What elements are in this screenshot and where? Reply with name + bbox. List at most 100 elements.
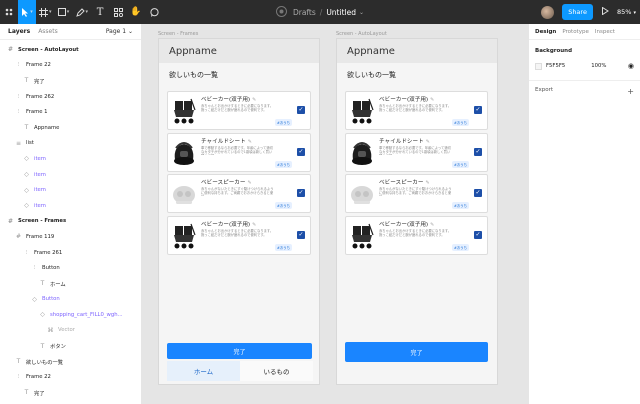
layer-row[interactable]: ⫶ Frame 22 (0, 369, 141, 385)
layer-row[interactable]: ⫶ Frame 22 (0, 58, 141, 74)
edit-icon[interactable]: ✎ (247, 180, 251, 186)
checkbox[interactable]: ✓ (474, 230, 482, 239)
chevron-down-icon[interactable]: ⌄ (359, 9, 364, 16)
item-tag[interactable]: #おうち (274, 243, 292, 251)
share-button[interactable]: Share (562, 4, 593, 20)
tab-home[interactable]: ホーム (167, 361, 240, 381)
comment-icon[interactable] (145, 0, 163, 24)
item-name-text: チャイルドシート (379, 138, 424, 145)
shape-tool-icon[interactable]: ▾ (55, 0, 73, 24)
frame-label[interactable]: Screen - Frames (158, 31, 198, 37)
list-item[interactable]: ベビーカー(双子用) ✎ 赤ちゃんとお出かけするときに必要になります。抱っこ紐だけだ… (167, 215, 311, 255)
edit-icon[interactable]: ✎ (430, 222, 434, 228)
tab-inspect[interactable]: Inspect (595, 29, 615, 35)
layer-row[interactable]: T Appname (0, 120, 141, 136)
frame-screen-autolayout[interactable]: Appname 欲しいもの一覧 ベビーカー(双子用) ✎ 赤ちゃんとお出かけするとき… (336, 38, 498, 385)
layer-row[interactable]: ◇ item (0, 151, 141, 167)
layer-label: Frame 261 (34, 249, 63, 256)
layer-row[interactable]: # Screen - Frames (0, 214, 141, 230)
layer-row[interactable]: T 完了 (0, 73, 141, 89)
layer-row[interactable]: ⫶ Button (0, 260, 141, 276)
item-tag[interactable]: #おうち (451, 119, 469, 126)
list-item[interactable]: ベビーカー(双子用) ✎ 赤ちゃんとお出かけするときに必要になります。抱っこ紐だけだ… (167, 91, 311, 130)
item-tag[interactable]: #おうち (274, 160, 292, 168)
frame-screen-frames[interactable]: Appname 欲しいもの一覧 ベビーカー(双子用) ✎ 赤ちゃんとお出かけするとき… (158, 38, 320, 385)
move-tool-icon[interactable]: ▾ (18, 0, 36, 24)
layer-row[interactable]: T ボタン (0, 338, 141, 354)
layer-row[interactable]: ⫶ Frame 262 (0, 89, 141, 105)
edit-icon[interactable]: ✎ (252, 222, 256, 228)
item-tag[interactable]: #おうち (451, 243, 469, 251)
done-button[interactable]: 完了 (345, 342, 488, 362)
list-item[interactable]: ベビースピーカー ✎ 赤ちゃんがないたときにすぐ駆けつけられるように便利な持ちます。… (167, 174, 311, 213)
layer-row[interactable]: ⫶ Frame 261 (0, 245, 141, 261)
edit-icon[interactable]: ✎ (248, 139, 252, 145)
app-bar: Appname (159, 39, 319, 63)
figma-menu-icon[interactable] (0, 0, 18, 24)
item-tag[interactable]: #おうち (451, 160, 469, 168)
frame-label[interactable]: Screen - AutoLayout (336, 31, 387, 37)
list-item[interactable]: ベビーカー(双子用) ✎ 赤ちゃんとお出かけするときに必要になります。抱っこ紐だけだ… (345, 215, 488, 255)
product-image (349, 221, 375, 251)
list-item[interactable]: ベビースピーカー ✎ 赤ちゃんがないたときにすぐ駆けつけられるように便利な持ちます。… (345, 174, 488, 213)
bg-opacity[interactable]: 100% (591, 63, 606, 69)
layer-row[interactable]: T ホーム (0, 276, 141, 292)
zoom-level[interactable]: 85% ▾ (617, 8, 636, 16)
list-item[interactable]: チャイルドシート ✎ 車で移動するならお必要です。年齢によって適切なカタチが分かれて… (167, 132, 311, 172)
layer-row[interactable]: T 欲しいもの一覧 (0, 354, 141, 370)
layer-row[interactable]: ⌘ Vector (0, 323, 141, 339)
bg-hex[interactable]: F5F5F5 (546, 63, 565, 69)
color-swatch[interactable] (535, 62, 542, 70)
tab-assets[interactable]: Assets (38, 28, 58, 35)
done-button[interactable]: 完了 (167, 343, 312, 359)
layer-row[interactable]: ◇ Button (0, 292, 141, 308)
tab-design[interactable]: Design (535, 29, 556, 35)
layer-label: 完了 (34, 390, 45, 397)
page-selector[interactable]: Page 1 ⌄ (106, 28, 133, 35)
item-description: 赤ちゃんとお出かけするときに必要になります。抱っこ紐だけだと腕が疲れるので便利で… (201, 228, 274, 237)
layer-row[interactable]: ◇ item (0, 167, 141, 183)
checkbox[interactable]: ✓ (297, 106, 305, 114)
tab-needed[interactable]: いるもの (240, 361, 313, 381)
checkbox[interactable]: ✓ (474, 106, 482, 114)
layer-row[interactable]: ◇ item (0, 198, 141, 214)
tab-layers[interactable]: Layers (8, 28, 30, 35)
checkbox[interactable]: ✓ (297, 189, 305, 197)
frame-tool-icon[interactable]: ▾ (36, 0, 55, 24)
pen-tool-icon[interactable]: ▾ (73, 0, 92, 24)
edit-icon[interactable]: ✎ (252, 97, 256, 103)
layer-row[interactable]: T 完了 (0, 385, 141, 401)
hand-tool-icon[interactable]: ✋ (127, 0, 145, 24)
edit-icon[interactable]: ✎ (430, 97, 434, 103)
avatar[interactable] (541, 5, 555, 19)
text-tool-icon[interactable]: T (91, 0, 109, 24)
layer-label: 完了 (34, 78, 45, 85)
add-export-icon[interactable]: + (627, 87, 634, 96)
list-item[interactable]: ベビーカー(双子用) ✎ 赤ちゃんとお出かけするときに必要になります。抱っこ紐だけだ… (345, 91, 488, 130)
list-item[interactable]: チャイルドシート ✎ 車で移動するならお必要です。年齢によって適切なカタチが分かれて… (345, 132, 488, 172)
file-title[interactable]: Untitled (326, 8, 356, 17)
item-tag[interactable]: #おうち (274, 202, 292, 209)
checkbox[interactable]: ✓ (474, 147, 482, 156)
eye-icon[interactable]: ◉ (628, 62, 634, 70)
layer-row[interactable]: ◇ item (0, 182, 141, 198)
resources-icon[interactable] (109, 0, 127, 24)
layer-row[interactable]: # Screen - AutoLayout (0, 42, 141, 58)
checkbox[interactable]: ✓ (297, 230, 305, 239)
tab-prototype[interactable]: Prototype (562, 29, 589, 35)
item-name-text: チャイルドシート (201, 138, 246, 145)
layer-row[interactable]: ◇ shopping_cart_FILL0_wgh... (0, 307, 141, 323)
play-icon[interactable] (601, 6, 609, 17)
layer-row[interactable]: ≡ list (0, 136, 141, 152)
breadcrumb-drafts[interactable]: Drafts (293, 8, 316, 17)
item-name: ベビースピーカー ✎ (201, 178, 252, 186)
layer-row[interactable]: ⫶ Frame 1 (0, 104, 141, 120)
checkbox[interactable]: ✓ (297, 147, 305, 156)
edit-icon[interactable]: ✎ (425, 180, 429, 186)
item-tag[interactable]: #おうち (451, 202, 469, 209)
edit-icon[interactable]: ✎ (426, 139, 430, 145)
layer-row[interactable]: # Frame 119 (0, 229, 141, 245)
background-fill-row[interactable]: F5F5F5 100% ◉ (535, 62, 634, 70)
item-tag[interactable]: #おうち (274, 119, 292, 126)
checkbox[interactable]: ✓ (474, 189, 482, 197)
